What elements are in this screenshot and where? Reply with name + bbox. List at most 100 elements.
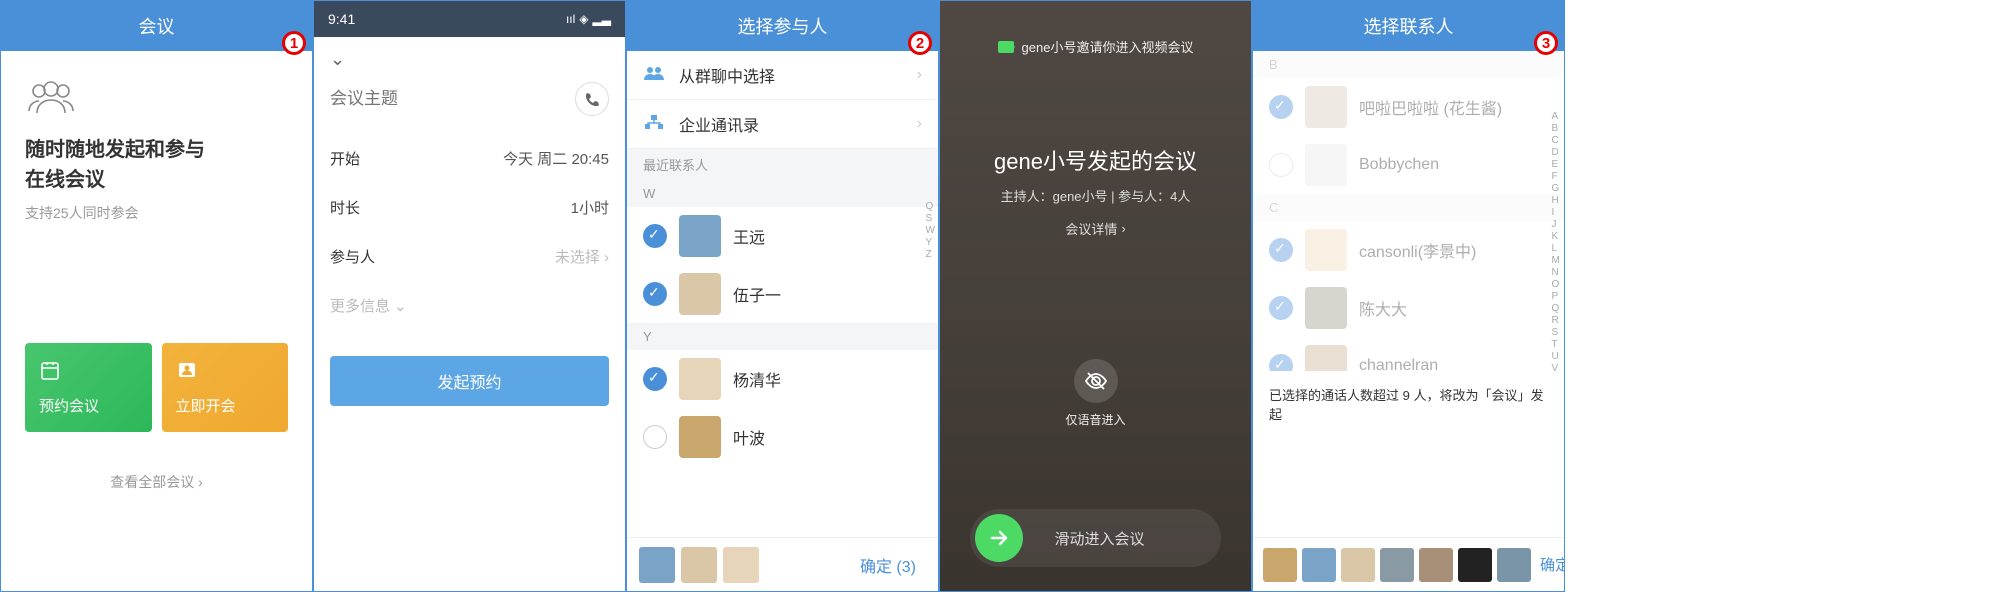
alpha-index[interactable]: QSWYZ (926, 201, 935, 260)
meeting-title: gene小号发起的会议 (940, 144, 1251, 176)
header-title: 会议 (1, 1, 312, 51)
confirm-button[interactable]: 确定(12) (1536, 548, 1564, 581)
selected-avatar[interactable] (1419, 548, 1453, 582)
duration-row[interactable]: 时长1小时 (314, 183, 625, 232)
slide-to-join[interactable]: 滑动进入会议 (970, 509, 1221, 567)
contact-row[interactable]: channelran (1253, 337, 1564, 371)
checkbox[interactable] (643, 224, 667, 248)
chevron-right-icon: › (917, 66, 922, 84)
submit-reservation-button[interactable]: 发起预约 (330, 356, 609, 406)
chevron-right-icon: › (198, 474, 203, 490)
participants-row[interactable]: 参与人 未选择 › (314, 232, 625, 281)
alpha-index[interactable]: ABCDEFGHIJKLMNOPQRSTUVW (1552, 111, 1561, 371)
person-icon (176, 359, 198, 381)
contact-row[interactable]: Bobbychen (1253, 136, 1564, 194)
eye-off-icon (1084, 369, 1108, 393)
contact-name: 王远 (733, 224, 765, 248)
avatar (1305, 86, 1347, 128)
chevron-right-icon: › (1121, 221, 1125, 236)
section-letter: Y (627, 323, 938, 350)
contact-row[interactable]: 叶波 (627, 408, 938, 466)
meeting-home-screen: 会议 1 随时随地发起和参与在线会议 支持25人同时参会 预约会议 立即开会 查… (0, 0, 313, 592)
chevron-right-icon: › (604, 249, 609, 266)
checkbox[interactable] (643, 425, 667, 449)
annotation-marker-2: 2 (908, 31, 932, 55)
audio-only-button[interactable] (1074, 359, 1118, 403)
view-all-meetings-link[interactable]: 查看全部会议 › (25, 472, 288, 492)
selected-avatar[interactable] (1263, 548, 1297, 582)
arrow-right-icon (987, 526, 1011, 550)
contact-row[interactable]: 吧啦巴啦啦 (花生酱) (1253, 78, 1564, 136)
contact-name: cansonli(李景中) (1359, 238, 1476, 262)
select-from-group-row[interactable]: 从群聊中选择 › (627, 51, 938, 100)
collapse-button[interactable]: ⌄ (314, 37, 625, 82)
enterprise-contacts-row[interactable]: 企业通讯录 › (627, 100, 938, 149)
contact-row[interactable]: cansonli(李景中) (1253, 221, 1564, 279)
start-meeting-button[interactable]: 立即开会 (162, 343, 289, 432)
avatar (679, 215, 721, 257)
contact-name: 叶波 (733, 425, 765, 449)
selected-avatar[interactable] (1341, 548, 1375, 582)
header-title: 选择参与人 (627, 1, 938, 51)
phone-button[interactable] (575, 82, 609, 116)
checkbox[interactable] (1269, 354, 1293, 371)
slide-handle[interactable] (975, 514, 1023, 562)
confirm-button[interactable]: 确定 (3) (850, 547, 926, 583)
calendar-icon (39, 359, 61, 381)
contact-name: 杨清华 (733, 367, 781, 391)
avatar (1305, 345, 1347, 371)
wifi-icon: ◈ (579, 12, 588, 26)
start-time-row[interactable]: 开始今天 周二 20:45 (314, 134, 625, 183)
contact-row[interactable]: 杨清华 (627, 350, 938, 408)
selected-avatar[interactable] (723, 547, 759, 583)
select-participants-screen: 选择参与人 2 从群聊中选择 › 企业通讯录 › 最近联系人 W王远伍子一Y杨清… (626, 0, 939, 592)
more-info-row[interactable]: 更多信息 ⌄ (314, 281, 625, 330)
checkbox[interactable] (643, 282, 667, 306)
avatar (679, 273, 721, 315)
org-icon (643, 114, 665, 135)
selected-avatar[interactable] (1302, 548, 1336, 582)
meeting-detail-link[interactable]: 会议详情 › (1065, 219, 1125, 238)
avatar (1305, 229, 1347, 271)
group-icon (25, 81, 77, 117)
contact-row[interactable]: 伍子一 (627, 265, 938, 323)
audio-only-label: 仅语音进入 (940, 411, 1251, 428)
selected-avatar[interactable] (1458, 548, 1492, 582)
selected-avatar[interactable] (681, 547, 717, 583)
contact-name: 吧啦巴啦啦 (花生酱) (1359, 95, 1502, 119)
contact-name: channelran (1359, 357, 1438, 371)
contact-name: 陈大大 (1359, 296, 1407, 320)
status-time: 9:41 (328, 11, 355, 27)
selected-avatar[interactable] (1497, 548, 1531, 582)
header-title: 选择联系人 (1253, 1, 1564, 51)
meeting-subtitle: 主持人：gene小号 | 参与人：4人 (940, 186, 1251, 205)
slide-label: 滑动进入会议 (1023, 528, 1216, 549)
chevron-down-icon: ⌄ (394, 297, 407, 315)
selected-avatar[interactable] (639, 547, 675, 583)
checkbox[interactable] (1269, 238, 1293, 262)
avatar (679, 358, 721, 400)
reserve-meeting-button[interactable]: 预约会议 (25, 343, 152, 432)
avatar (1305, 144, 1347, 186)
battery-icon: ▂▃ (593, 12, 611, 26)
checkbox[interactable] (643, 367, 667, 391)
signal-icon: ııl (566, 12, 575, 26)
annotation-marker-3: 3 (1534, 31, 1558, 55)
contact-name: Bobbychen (1359, 156, 1439, 174)
group-icon (643, 65, 665, 86)
checkbox[interactable] (1269, 153, 1293, 177)
conversion-note: 已选择的通话人数超过 9 人，将改为「会议」发起 (1253, 371, 1564, 437)
avatar (1305, 287, 1347, 329)
checkbox[interactable] (1269, 95, 1293, 119)
invite-banner: gene小号邀请你进入视频会议 (940, 37, 1251, 56)
contact-row[interactable]: 王远 (627, 207, 938, 265)
meeting-topic-input[interactable] (330, 89, 575, 109)
status-bar: 9:41 ııl ◈ ▂▃ (314, 1, 625, 37)
checkbox[interactable] (1269, 296, 1293, 320)
contact-name: 伍子一 (733, 282, 781, 306)
contact-row[interactable]: 陈大大 (1253, 279, 1564, 337)
section-letter: W (627, 180, 938, 207)
chevron-right-icon: › (917, 115, 922, 133)
section-letter: C (1253, 194, 1564, 221)
selected-avatar[interactable] (1380, 548, 1414, 582)
